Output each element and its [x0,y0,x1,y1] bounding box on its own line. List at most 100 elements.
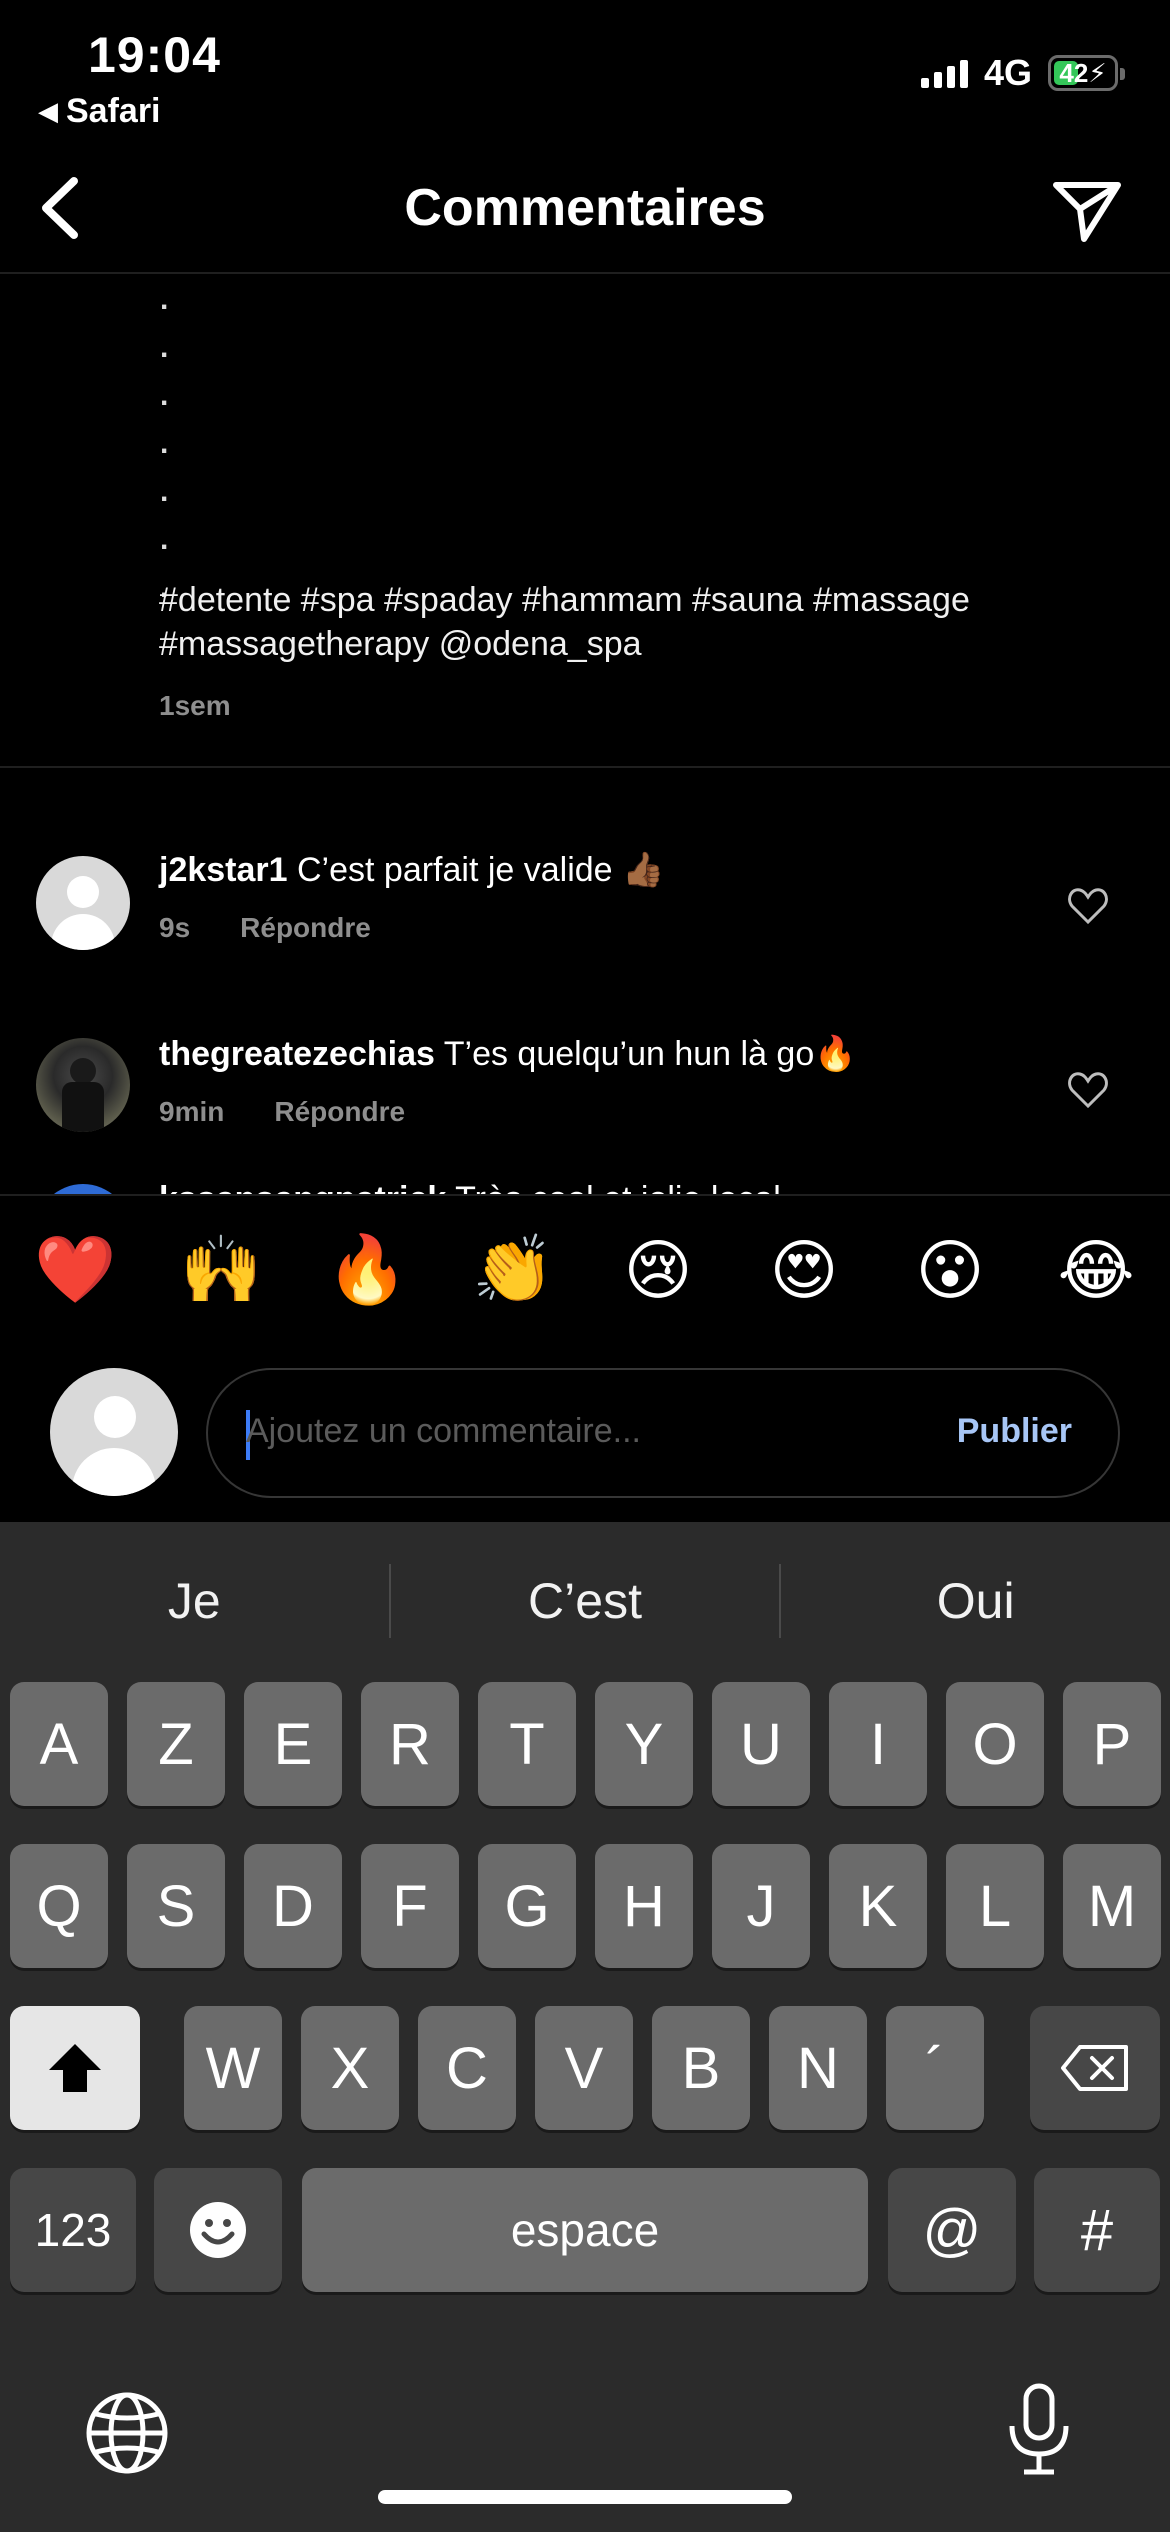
caption-hashtags: #detente #spa #spaday #hammam #sauna #ma… [159,581,970,663]
comments-list[interactable]: j2kstar1 C’est parfait je valide 👍🏾 9s R… [0,770,1170,1194]
emoji-reaction-button[interactable]: 🔥 [326,1231,408,1309]
key-g[interactable]: G [478,1844,576,1968]
comment-meta: 9min Répondre [159,1096,405,1128]
caption-dot: . [160,427,169,460]
comment-composer: Ajoutez un commentaire... Publier [0,1360,1170,1500]
share-button[interactable] [1044,168,1130,254]
comment-text: j2kstar1 C’est parfait je valide 👍🏾 [159,850,1039,890]
key-a[interactable]: A [10,1682,108,1806]
emoji-reaction-button[interactable]: 🙌 [180,1231,262,1309]
home-indicator[interactable] [378,2490,792,2504]
backspace-icon [1061,2045,1128,2091]
suggestion-item[interactable]: C’est [391,1572,780,1630]
battery-level: 42 ⚡ [1059,57,1107,88]
key-k[interactable]: K [829,1844,927,1968]
key-r[interactable]: R [361,1682,459,1806]
avatar[interactable] [36,856,130,950]
key-f[interactable]: F [361,1844,459,1968]
comment-meta: 9s Répondre [159,912,371,944]
comment-time: 9s [159,912,191,943]
comment-username[interactable]: thegreatezechias [159,1035,435,1073]
caption-dot: . [160,379,169,412]
comments-header: Commentaires [0,150,1170,274]
caption-dots: ....... [160,276,168,612]
keyboard-bottom-bar [0,2362,1170,2532]
status-bar: 19:04 ◀ Safari 4G 42 ⚡ [0,0,1170,140]
comment-time: 9min [159,1096,225,1127]
send-icon [1053,182,1121,242]
post-caption: ....... #detente #spa #spaday #hammam #s… [0,276,1170,768]
key-u[interactable]: U [712,1682,810,1806]
key-j[interactable]: J [712,1844,810,1968]
comment-username[interactable]: j2kstar1 [159,851,288,889]
comment-text: kssansangpatrick Très cool et jolie loca… [159,1180,1039,1194]
emoji-reaction-button[interactable]: 👏 [472,1231,554,1309]
key-acute-accent[interactable]: ´ [886,2006,984,2130]
key-c[interactable]: C [418,2006,516,2130]
key-b[interactable]: B [652,2006,750,2130]
status-time: 19:04 [88,27,221,83]
key-m[interactable]: M [1063,1844,1161,1968]
comment-item: j2kstar1 C’est parfait je valide 👍🏾 9s R… [0,810,1170,960]
globe-icon[interactable] [84,2390,170,2476]
at-key[interactable]: @ [888,2168,1016,2292]
key-q[interactable]: Q [10,1844,108,1968]
cellular-signal-icon [920,58,968,88]
comment-body: C’est parfait je valide 👍🏾 [297,851,665,889]
back-to-app-link[interactable]: ◀ Safari [38,92,161,131]
key-p[interactable]: P [1063,1682,1161,1806]
emoji-bar: ❤️ 🙌 🔥 👏 😢 😍 😮 😂 [0,1194,1170,1344]
key-n[interactable]: N [769,2006,867,2130]
avatar[interactable] [36,1184,130,1194]
key-w[interactable]: W [184,2006,282,2130]
publish-button[interactable]: Publier [957,1412,1072,1451]
key-o[interactable]: O [946,1682,1044,1806]
comment-input-placeholder: Ajoutez un commentaire... [246,1412,641,1450]
heart-icon[interactable] [1066,1068,1110,1112]
page-title: Commentaires [404,179,766,237]
back-app-label: Safari [66,92,161,130]
shift-key[interactable] [10,2006,140,2130]
caption-dot: . [160,475,169,508]
key-s[interactable]: S [127,1844,225,1968]
caption-time: 1sem [159,690,231,721]
reply-button[interactable]: Répondre [274,1096,405,1128]
heart-icon[interactable] [1066,884,1110,928]
numbers-key[interactable]: 123 [10,2168,136,2292]
backspace-key[interactable] [1030,2006,1160,2130]
key-t[interactable]: T [478,1682,576,1806]
emoji-key[interactable] [154,2168,282,2292]
comment-text: thegreatezechias T’es quelqu’un hun là g… [159,1034,1039,1074]
key-h[interactable]: H [595,1844,693,1968]
comment-body: T’es quelqu’un hun là go🔥 [443,1035,857,1073]
emoji-reaction-button[interactable]: 😮 [910,1232,990,1309]
key-y[interactable]: Y [595,1682,693,1806]
comment-body: Très cool et jolie local [455,1180,781,1194]
comment-item: thegreatezechias T’es quelqu’un hun là g… [0,994,1170,1144]
key-d[interactable]: D [244,1844,342,1968]
emoji-reaction-button[interactable]: 😢 [618,1232,698,1309]
key-x[interactable]: X [301,2006,399,2130]
suggestion-item[interactable]: Oui [781,1572,1170,1630]
key-v[interactable]: V [535,2006,633,2130]
comment-item: kssansangpatrick Très cool et jolie loca… [0,1170,1170,1194]
microphone-icon[interactable] [1004,2382,1074,2478]
emoji-reaction-button[interactable]: ❤️ [34,1231,116,1309]
suggestion-item[interactable]: Je [0,1572,389,1630]
avatar[interactable] [36,1038,130,1132]
smiley-icon [190,2202,246,2258]
key-z[interactable]: Z [127,1682,225,1806]
hash-key[interactable]: # [1034,2168,1160,2292]
space-key[interactable]: espace [302,2168,868,2292]
emoji-reaction-button[interactable]: 😍 [764,1232,844,1309]
key-e[interactable]: E [244,1682,342,1806]
emoji-reaction-button[interactable]: 😂 [1056,1232,1136,1309]
comment-username[interactable]: kssansangpatrick [159,1180,446,1194]
caption-dot: . [160,523,169,556]
keyboard: Je C’est Oui 123 espace @ # A Z E R T Y … [0,1522,1170,2532]
key-l[interactable]: L [946,1844,1044,1968]
key-i[interactable]: I [829,1682,927,1806]
comment-input[interactable]: Ajoutez un commentaire... Publier [206,1368,1120,1498]
reply-button[interactable]: Répondre [240,912,371,944]
battery-icon: 42 ⚡ [1048,55,1125,91]
